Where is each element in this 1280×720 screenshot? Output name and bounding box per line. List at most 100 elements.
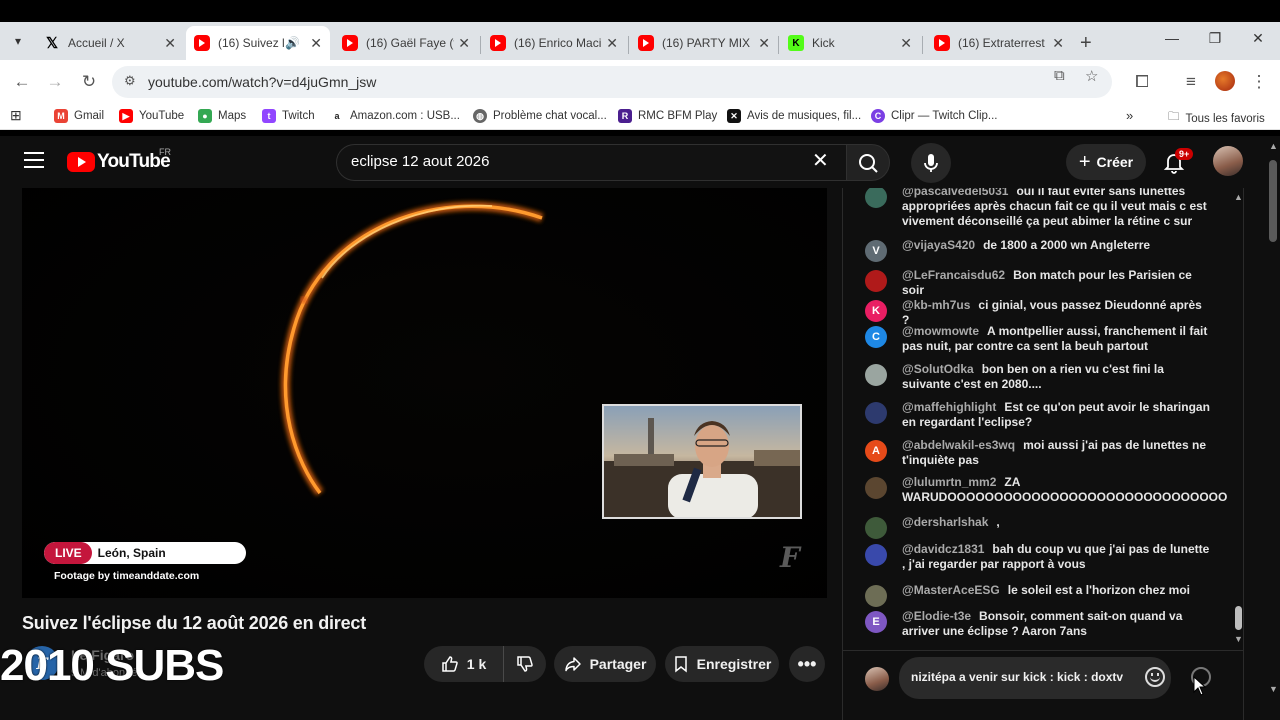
tab-enrico-macias[interactable]: (16) Enrico Maci ✕ <box>482 26 626 60</box>
address-bar[interactable]: ⚙ youtube.com/watch?v=d4juGmn_jsw <box>112 66 1112 98</box>
chat-message[interactable]: E @Elodie-t3e Bonsoir, comment sait-on qua… <box>865 609 1210 639</box>
chat-author-name[interactable]: @vijayaS420 <box>902 238 975 252</box>
apps-grid-icon[interactable]: ⊞ <box>10 107 22 124</box>
chat-message[interactable]: @SolutOdka bon ben on a rien vu c'est fin… <box>865 362 1210 392</box>
save-button[interactable]: Enregistrer <box>665 646 779 682</box>
bookmark-maps[interactable]: ● Maps <box>198 109 246 123</box>
chat-message[interactable]: @davidcz1831 bah du coup vu que j'ai pas … <box>865 542 1210 572</box>
bookmark-avis-musiques[interactable]: ✕ Avis de musiques, fil... <box>727 109 861 123</box>
guide-menu-icon[interactable] <box>24 152 44 168</box>
install-app-icon[interactable]: ⧉ <box>1054 67 1065 84</box>
scroll-up-icon[interactable]: ▲ <box>1234 192 1243 202</box>
clear-search-icon[interactable]: ✕ <box>812 148 829 173</box>
tab-gael-faye[interactable]: (16) Gaël Faye (f ✕ <box>334 26 478 60</box>
emoji-icon[interactable] <box>1145 667 1165 687</box>
chat-author-avatar[interactable] <box>865 585 887 607</box>
close-tab-icon[interactable]: ✕ <box>758 35 770 52</box>
minimize-icon[interactable]: — <box>1160 30 1184 46</box>
chat-message[interactable]: C @mowmowte A montpellier aussi, francheme… <box>865 324 1210 354</box>
chat-author-name[interactable]: @davidcz1831 <box>902 542 984 556</box>
page-scroll-thumb[interactable] <box>1269 160 1277 242</box>
reload-icon[interactable]: ↻ <box>77 70 101 94</box>
chat-author-avatar[interactable]: K <box>865 300 887 322</box>
chat-author-avatar[interactable]: V <box>865 240 887 262</box>
scroll-down-icon[interactable]: ▼ <box>1234 634 1243 644</box>
bookmark-twitch[interactable]: t Twitch <box>262 109 315 123</box>
close-tab-icon[interactable]: ✕ <box>606 35 618 52</box>
tab-search-button[interactable]: ▾ <box>6 30 30 52</box>
media-controls-icon[interactable]: ≡ <box>1179 70 1203 94</box>
chat-author-avatar[interactable] <box>865 364 887 386</box>
chat-author-name[interactable]: @mowmowte <box>902 324 979 338</box>
chat-message-list[interactable]: @pascalvedel5031 oui il faut éviter sans … <box>843 188 1233 643</box>
bookmark-gmail[interactable]: M Gmail <box>54 109 104 123</box>
scroll-down-icon[interactable]: ▼ <box>1269 684 1278 694</box>
search-input[interactable] <box>351 153 791 170</box>
close-tab-icon[interactable]: ✕ <box>1052 35 1064 52</box>
dislike-button[interactable] <box>504 646 546 682</box>
chat-author-avatar[interactable] <box>865 477 887 499</box>
bookmark-rmc-bfm[interactable]: R RMC BFM Play <box>618 109 717 123</box>
tab-suivez-eclipse[interactable]: (16) Suivez l 🔊 ✕ <box>186 26 330 60</box>
close-tab-icon[interactable]: ✕ <box>900 35 912 52</box>
bookmark-probleme-chat[interactable]: ◍ Problème chat vocal... <box>473 109 607 123</box>
tab-party-mix[interactable]: (16) PARTY MIX ✕ <box>630 26 778 60</box>
account-avatar[interactable] <box>1213 146 1243 176</box>
window-close-icon[interactable]: ✕ <box>1246 30 1270 47</box>
more-actions-button[interactable]: ••• <box>789 646 825 682</box>
browser-profile-avatar[interactable] <box>1215 71 1235 91</box>
chat-author-name[interactable]: @Elodie-t3e <box>902 609 971 623</box>
close-tab-icon[interactable]: ✕ <box>310 35 322 52</box>
browser-menu-icon[interactable]: ⋮ <box>1247 70 1271 94</box>
speaker-icon[interactable]: 🔊 <box>285 36 300 50</box>
restore-icon[interactable]: ❐ <box>1203 30 1227 47</box>
extensions-icon[interactable]: ⧠ <box>1130 70 1154 94</box>
chat-message[interactable]: @LeFrancaisdu62 Bon match pour les Parisi… <box>865 268 1210 298</box>
chat-author-avatar[interactable] <box>865 544 887 566</box>
back-arrow-icon[interactable]: ← <box>10 70 34 94</box>
voice-search-button[interactable] <box>911 143 951 183</box>
chat-author-name[interactable]: @maffehighlight <box>902 400 996 414</box>
close-tab-icon[interactable]: ✕ <box>458 35 470 52</box>
chat-author-avatar[interactable] <box>865 402 887 424</box>
chat-author-name[interactable]: @MasterAceESG <box>902 583 1000 597</box>
chat-author-name[interactable]: @LeFrancaisdu62 <box>902 268 1005 282</box>
url-text[interactable]: youtube.com/watch?v=d4juGmn_jsw <box>148 74 376 90</box>
tab-kick[interactable]: K Kick ✕ <box>780 26 920 60</box>
chat-message[interactable]: A @abdelwakil-es3wq moi aussi j'ai pas de … <box>865 438 1210 468</box>
chat-author-avatar[interactable]: C <box>865 326 887 348</box>
scroll-up-icon[interactable]: ▲ <box>1269 141 1278 151</box>
chat-message[interactable]: @MasterAceESG le soleil est a l'horizon c… <box>865 583 1210 607</box>
chat-scroll-thumb[interactable] <box>1235 606 1242 630</box>
chat-author-avatar[interactable] <box>865 270 887 292</box>
search-button[interactable] <box>846 144 890 181</box>
chat-author-avatar[interactable] <box>865 188 887 208</box>
chat-scrollbar[interactable]: ▲ ▼ <box>1233 188 1243 648</box>
bookmark-youtube[interactable]: ▶ YouTube <box>119 109 184 123</box>
chat-message[interactable]: @lulumrtn_mm2 ZA WARUDOOOOOOOOOOOOOOOOOOO… <box>865 475 1227 505</box>
chat-message[interactable]: @maffehighlight Est ce qu'on peut avoir l… <box>865 400 1210 430</box>
bookmark-star-icon[interactable]: ☆ <box>1085 67 1098 85</box>
chat-message[interactable]: @pascalvedel5031 oui il faut éviter sans … <box>865 188 1210 229</box>
video-player[interactable]: LIVE León, Spain Footage by timeanddate.… <box>22 188 827 598</box>
bookmark-clipr[interactable]: C Clipr — Twitch Clip... <box>871 109 998 123</box>
chat-author-name[interactable]: @dersharlshak <box>902 515 988 529</box>
chat-author-avatar[interactable] <box>865 517 887 539</box>
chat-message[interactable]: @dersharlshak, <box>865 515 1210 539</box>
chat-message[interactable]: V @vijayaS420 de 1800 a 2000 wn Angleterre <box>865 238 1210 262</box>
site-settings-icon[interactable]: ⚙ <box>124 73 136 89</box>
chat-author-name[interactable]: @kb-mh7us <box>902 298 970 312</box>
tab-accueil-x[interactable]: 𝕏 Accueil / X ✕ <box>36 26 184 60</box>
page-scrollbar[interactable]: ▲ ▼ <box>1266 136 1280 720</box>
close-tab-icon[interactable]: ✕ <box>164 35 176 52</box>
chat-author-name[interactable]: @SolutOdka <box>902 362 974 376</box>
more-bookmarks-icon[interactable]: » <box>1126 108 1133 123</box>
chat-author-name[interactable]: @pascalvedel5031 <box>902 188 1008 198</box>
tab-extraterrestre[interactable]: (16) Extraterrest ✕ <box>926 26 1072 60</box>
chat-author-name[interactable]: @lulumrtn_mm2 <box>902 475 996 489</box>
like-button[interactable]: 1 k <box>424 646 504 682</box>
share-button[interactable]: Partager <box>554 646 656 682</box>
create-button[interactable]: + Créer <box>1066 144 1146 180</box>
youtube-logo[interactable]: YouTube FR <box>67 147 171 173</box>
all-bookmarks-folder[interactable]: 🗀 Tous les favoris <box>1168 109 1265 128</box>
